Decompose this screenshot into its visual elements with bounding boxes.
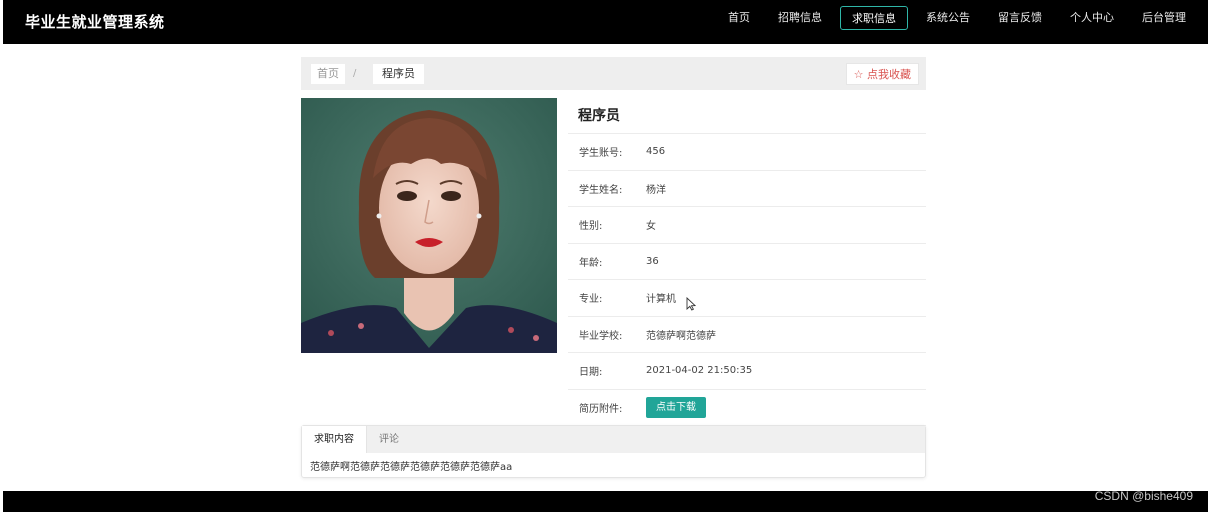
breadcrumb-current: 程序员 <box>373 64 424 84</box>
info-row-major: 专业: 计算机 <box>568 280 926 317</box>
tab-job-content[interactable]: 求职内容 <box>302 426 367 453</box>
info-row-date: 日期: 2021-04-02 21:50:35 <box>568 353 926 390</box>
nav-recruitment[interactable]: 招聘信息 <box>764 6 836 30</box>
info-row-name: 学生姓名: 杨洋 <box>568 171 926 207</box>
info-label: 专业: <box>579 294 603 306</box>
tab-content-text: 范德萨啊范德萨范德萨范德萨范德萨范德萨aa <box>310 462 513 473</box>
info-value: 杨洋 <box>646 184 666 196</box>
info-row-account: 学生账号: 456 <box>568 134 926 171</box>
favorite-button[interactable]: ☆ 点我收藏 <box>845 63 919 85</box>
main-nav: 首页 招聘信息 求职信息 系统公告 留言反馈 个人中心 后台管理 <box>714 6 1200 30</box>
info-label: 毕业学校: <box>579 330 623 342</box>
info-row-resume: 简历附件: 点击下载 <box>568 390 926 426</box>
nav-announcements[interactable]: 系统公告 <box>912 6 984 30</box>
info-label: 年龄: <box>579 257 603 269</box>
nav-profile[interactable]: 个人中心 <box>1056 6 1128 30</box>
info-label: 日期: <box>579 367 603 379</box>
info-value: 范德萨啊范德萨 <box>646 330 716 342</box>
info-row-gender: 性别: 女 <box>568 207 926 244</box>
info-row-age: 年龄: 36 <box>568 244 926 280</box>
breadcrumb: 首页 / 程序员 ☆ 点我收藏 <box>301 57 926 90</box>
watermark: CSDN @bishe409 <box>1094 489 1193 503</box>
info-label: 学生账号: <box>579 148 623 160</box>
footer-bar <box>3 491 1208 512</box>
site-title: 毕业生就业管理系统 <box>25 13 165 31</box>
job-title: 程序员 <box>568 98 926 134</box>
info-label: 学生姓名: <box>579 184 623 196</box>
info-value: 计算机 <box>646 294 676 306</box>
breadcrumb-home[interactable]: 首页 <box>311 64 345 84</box>
info-value: 36 <box>646 255 659 267</box>
content-tabs: 求职内容 评论 范德萨啊范德萨范德萨范德萨范德萨范德萨aa <box>301 425 926 478</box>
breadcrumb-separator: / <box>353 68 357 79</box>
info-row-school: 毕业学校: 范德萨啊范德萨 <box>568 317 926 353</box>
profile-photo <box>301 98 557 353</box>
nav-feedback[interactable]: 留言反馈 <box>984 6 1056 30</box>
nav-admin[interactable]: 后台管理 <box>1128 6 1200 30</box>
tab-comments[interactable]: 评论 <box>367 426 411 453</box>
portrait-image <box>301 98 557 353</box>
info-value: 女 <box>646 221 656 233</box>
info-label: 性别: <box>579 221 603 233</box>
info-label: 简历附件: <box>579 403 623 415</box>
mouse-cursor-icon <box>686 297 696 311</box>
download-resume-button[interactable]: 点击下载 <box>646 396 706 418</box>
top-navbar: 毕业生就业管理系统 首页 招聘信息 求职信息 系统公告 留言反馈 个人中心 后台… <box>3 0 1208 44</box>
tab-header: 求职内容 评论 <box>302 426 925 453</box>
info-value: 2021-04-02 21:50:35 <box>646 365 753 377</box>
nav-home[interactable]: 首页 <box>714 6 764 30</box>
nav-job-seeking[interactable]: 求职信息 <box>840 6 908 30</box>
info-value: 456 <box>646 146 666 158</box>
detail-panel: 程序员 学生账号: 456 学生姓名: 杨洋 性别: 女 年龄: 36 专业: … <box>568 98 926 426</box>
